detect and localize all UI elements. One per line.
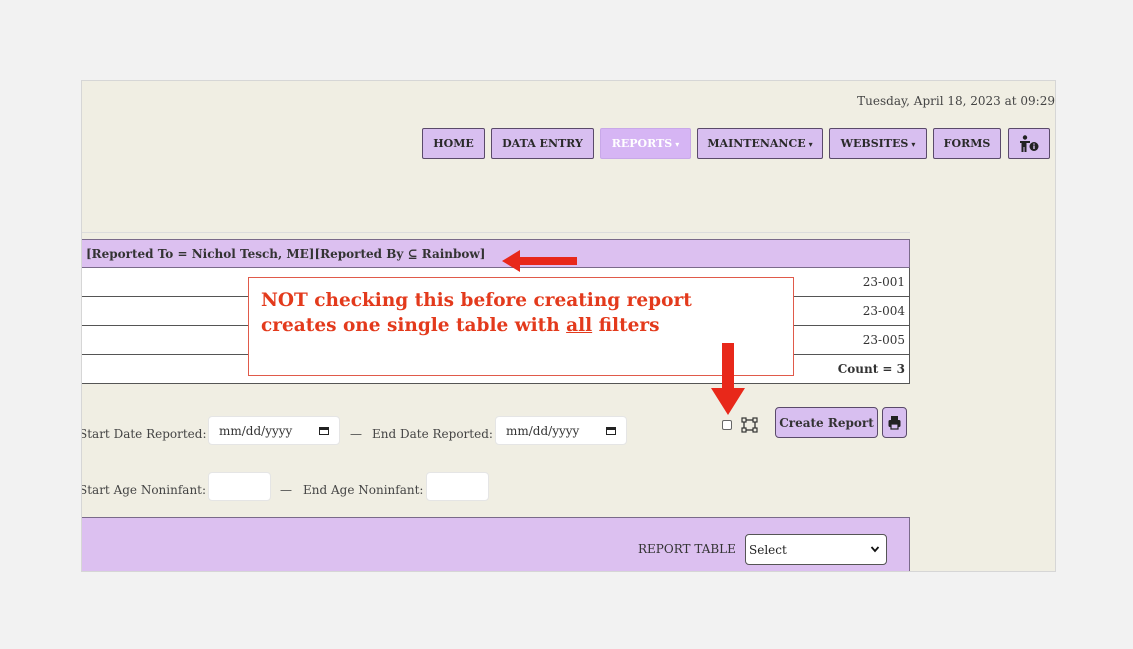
nav-home-label: HOME — [433, 137, 474, 150]
report-table-bar: REPORT TABLE Select — [82, 517, 910, 571]
chevron-down-icon: ▾ — [675, 138, 680, 149]
nav-data-entry-button[interactable]: DATA ENTRY — [491, 128, 594, 159]
nav-websites-button[interactable]: WEBSITES ▾ — [829, 128, 927, 159]
nav-forms-label: FORMS — [943, 137, 991, 150]
report-table-selected: Select — [749, 542, 787, 557]
start-date-input[interactable]: mm/dd/yyyy — [208, 416, 340, 445]
calendar-icon[interactable] — [319, 427, 329, 435]
start-age-input[interactable] — [208, 472, 271, 501]
start-date-placeholder: mm/dd/yyyy — [219, 423, 293, 438]
nav-data-entry-label: DATA ENTRY — [502, 137, 583, 150]
callout-line-1: NOT checking this before creating report — [261, 290, 692, 311]
chevron-down-icon: ▾ — [911, 138, 916, 149]
age-range-dash: — — [280, 483, 292, 497]
callout-line-2: creates one single table with all filter… — [261, 313, 781, 338]
app-frame: Tuesday, April 18, 2023 at 09:29 HOME DA… — [81, 80, 1056, 572]
create-report-button[interactable]: Create Report — [775, 407, 878, 438]
annotation-arrow-down — [711, 343, 745, 415]
callout-line-2-end: filters — [592, 315, 660, 336]
report-table-select[interactable]: Select — [745, 534, 887, 565]
callout-underlined-word: all — [566, 315, 593, 336]
report-table-label: REPORT TABLE — [638, 542, 736, 556]
accessibility-info-button[interactable] — [1008, 128, 1050, 159]
date-range-dash: — — [350, 427, 362, 441]
nav-maintenance-button[interactable]: MAINTENANCE ▾ — [697, 128, 823, 159]
end-age-label: End Age Noninfant: — [303, 483, 424, 497]
end-date-input[interactable]: mm/dd/yyyy — [495, 416, 627, 445]
nav-reports-button[interactable]: REPORTS ▾ — [600, 128, 691, 159]
nav-maintenance-label: MAINTENANCE — [707, 137, 806, 150]
nav-websites-label: WEBSITES — [840, 137, 909, 150]
annotation-arrow-left — [502, 250, 577, 272]
current-datetime: Tuesday, April 18, 2023 at 09:29 — [857, 94, 1055, 108]
printer-icon — [888, 416, 901, 430]
split-tables-checkbox[interactable] — [722, 420, 732, 430]
chevron-down-icon: ▾ — [808, 138, 813, 149]
split-tables-icon — [741, 417, 758, 433]
nav-home-button[interactable]: HOME — [422, 128, 485, 159]
print-button[interactable] — [882, 407, 907, 438]
section-divider — [82, 232, 910, 233]
report-table-header: [Reported To = Nichol Tesch, ME][Reporte… — [82, 239, 910, 268]
nav-forms-button[interactable]: FORMS — [933, 128, 1001, 159]
start-date-label: Start Date Reported: — [81, 427, 207, 441]
end-date-placeholder: mm/dd/yyyy — [506, 423, 580, 438]
calendar-icon[interactable] — [606, 427, 616, 435]
start-age-label: Start Age Noninfant: — [81, 483, 207, 497]
nav-reports-label: REPORTS — [611, 137, 673, 150]
end-age-input[interactable] — [426, 472, 489, 501]
chevron-down-icon — [870, 546, 880, 553]
person-info-icon — [1020, 134, 1039, 152]
end-date-label: End Date Reported: — [372, 427, 493, 441]
callout-line-2-start: creates one single table with — [261, 315, 567, 336]
